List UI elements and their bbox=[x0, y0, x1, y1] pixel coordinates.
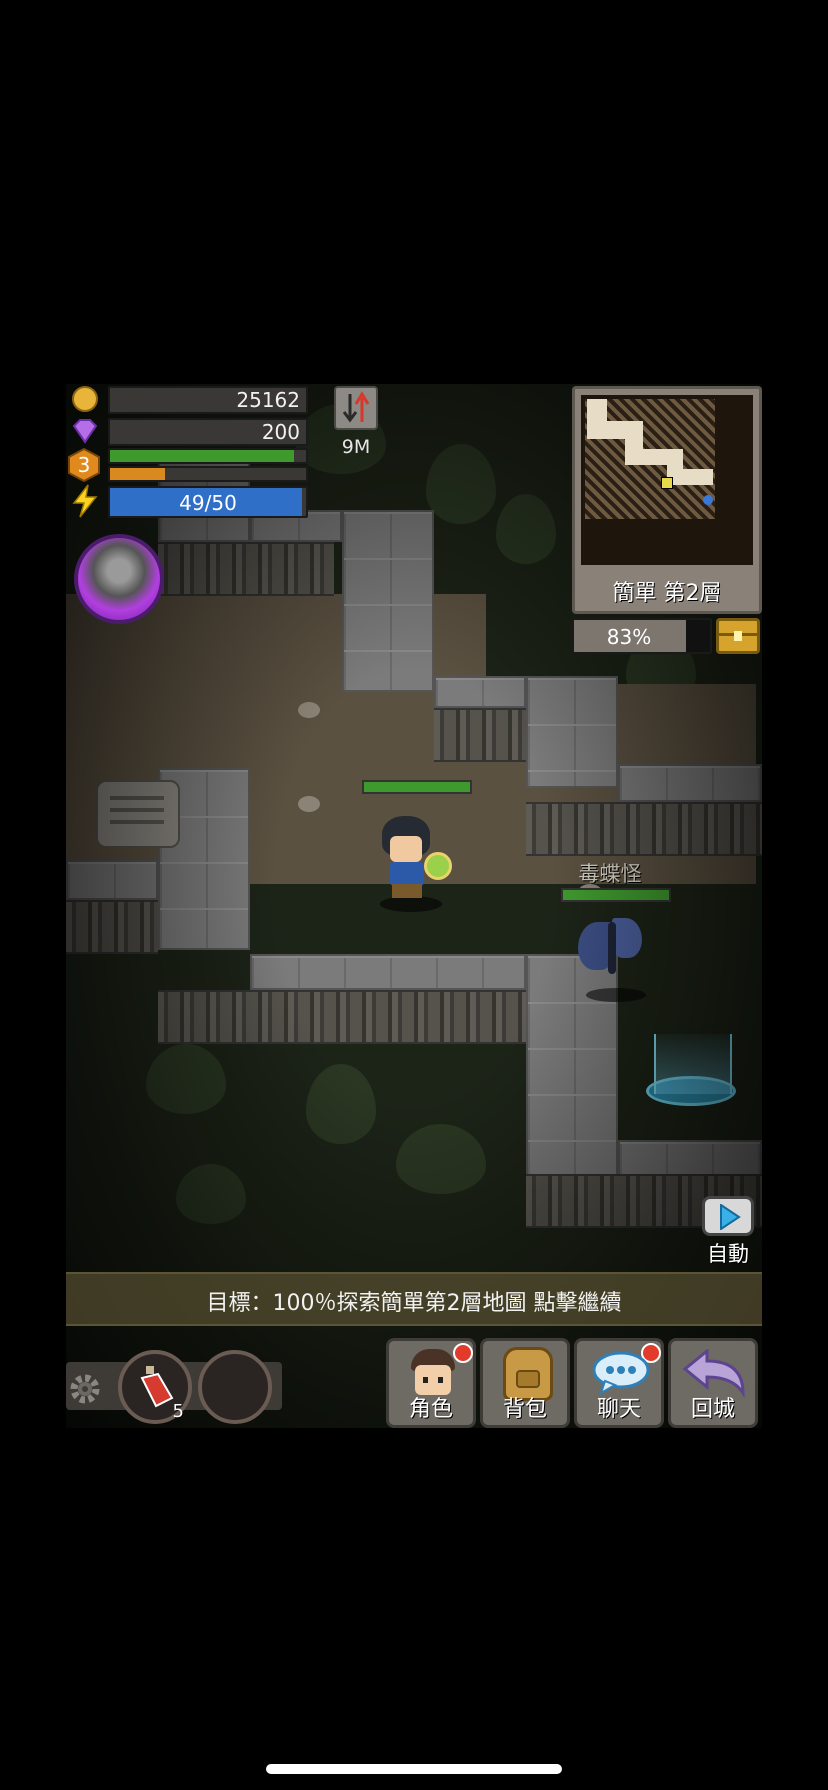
home-indicator[interactable] bbox=[266, 1764, 562, 1774]
skill-orb-button[interactable] bbox=[74, 534, 164, 624]
level-value: 3 bbox=[77, 453, 91, 477]
energy-bar: 49/50 bbox=[108, 486, 308, 518]
objective-banner[interactable]: 目標：100％探索簡單第2層地圖 點擊繼續 bbox=[66, 1272, 762, 1326]
chat-label: 聊天 bbox=[596, 1397, 641, 1422]
player-hp-bar bbox=[362, 780, 472, 794]
foliage bbox=[396, 1124, 486, 1194]
exp-fill bbox=[110, 468, 165, 480]
minimap-portal-marker bbox=[703, 495, 713, 505]
objective-text: 目標：100％探索簡單第2層地圖 點擊繼續 bbox=[206, 1291, 622, 1316]
teleport-portal[interactable] bbox=[644, 1030, 740, 1114]
stone-wall bbox=[526, 676, 618, 788]
chat-button[interactable]: 聊天 bbox=[574, 1338, 664, 1428]
empty-item-slot[interactable] bbox=[198, 1350, 272, 1424]
chat-bubble-icon bbox=[591, 1351, 651, 1396]
game-viewport[interactable]: 毒蝶怪 25162 200 3 49/50 9M 簡單 第2層 83% 自動 目… bbox=[66, 384, 762, 1428]
stone-wall bbox=[434, 676, 526, 708]
depth-label: 9M bbox=[341, 436, 371, 458]
gem-value: 200 bbox=[261, 420, 300, 444]
auto-play-button[interactable]: 自動 bbox=[698, 1188, 758, 1266]
minimap-player-marker bbox=[661, 477, 673, 489]
hp-bar bbox=[108, 448, 308, 464]
auto-label: 自動 bbox=[707, 1242, 749, 1266]
rock bbox=[298, 796, 320, 812]
gold-value: 25162 bbox=[236, 388, 300, 412]
level-badge: 3 bbox=[68, 447, 100, 483]
return-town-button[interactable]: 回城 bbox=[668, 1338, 758, 1428]
foliage bbox=[496, 494, 556, 564]
tv-icon bbox=[702, 1196, 754, 1236]
hp-fill bbox=[110, 450, 295, 462]
wall-frieze bbox=[434, 708, 526, 762]
stone-wall bbox=[618, 764, 762, 802]
foliage bbox=[426, 444, 496, 524]
potion-slot[interactable]: 5 bbox=[118, 1350, 192, 1424]
exp-bar bbox=[108, 466, 308, 482]
stone-wall bbox=[66, 860, 158, 900]
explore-percent: 83% bbox=[606, 625, 652, 649]
explore-progress: 83% bbox=[572, 618, 712, 654]
rock bbox=[298, 702, 320, 718]
player-character[interactable] bbox=[372, 816, 452, 916]
settings-gear-icon[interactable] bbox=[66, 1370, 104, 1408]
gold-coin-icon bbox=[72, 386, 98, 412]
potion-count: 5 bbox=[172, 1401, 184, 1422]
wall-frieze bbox=[526, 802, 762, 856]
gold-counter: 25162 bbox=[108, 386, 308, 414]
monster-hp-bar bbox=[561, 888, 671, 902]
character-label: 角色 bbox=[408, 1397, 453, 1422]
gem-icon bbox=[70, 418, 100, 444]
foliage bbox=[146, 1044, 226, 1114]
wall-frieze bbox=[158, 990, 526, 1044]
energy-text: 49/50 bbox=[179, 491, 237, 515]
backpack-label: 背包 bbox=[502, 1397, 547, 1422]
explore-remaining bbox=[686, 620, 710, 652]
poison-butterfly-monster[interactable] bbox=[576, 912, 652, 1004]
minimap-canvas bbox=[581, 395, 753, 565]
foliage bbox=[176, 1164, 246, 1224]
depth-icon[interactable] bbox=[334, 386, 378, 430]
gem-counter: 200 bbox=[108, 418, 308, 446]
return-town-label: 回城 bbox=[690, 1397, 735, 1422]
wall-frieze bbox=[66, 900, 158, 954]
minimap-floor-label: 簡單 第2層 bbox=[612, 581, 722, 606]
wall-frieze bbox=[158, 542, 334, 596]
character-button[interactable]: 角色 bbox=[386, 1338, 476, 1428]
backpack-button[interactable]: 背包 bbox=[480, 1338, 570, 1428]
stone-wall bbox=[342, 510, 434, 692]
stone-tablet[interactable] bbox=[96, 780, 180, 848]
energy-icon bbox=[70, 484, 100, 518]
treasure-chest-icon[interactable] bbox=[716, 618, 760, 654]
monster-name: 毒蝶怪 bbox=[578, 862, 642, 886]
foliage bbox=[306, 1064, 376, 1144]
stone-wall bbox=[250, 954, 526, 990]
minimap[interactable]: 簡單 第2層 bbox=[572, 386, 762, 614]
